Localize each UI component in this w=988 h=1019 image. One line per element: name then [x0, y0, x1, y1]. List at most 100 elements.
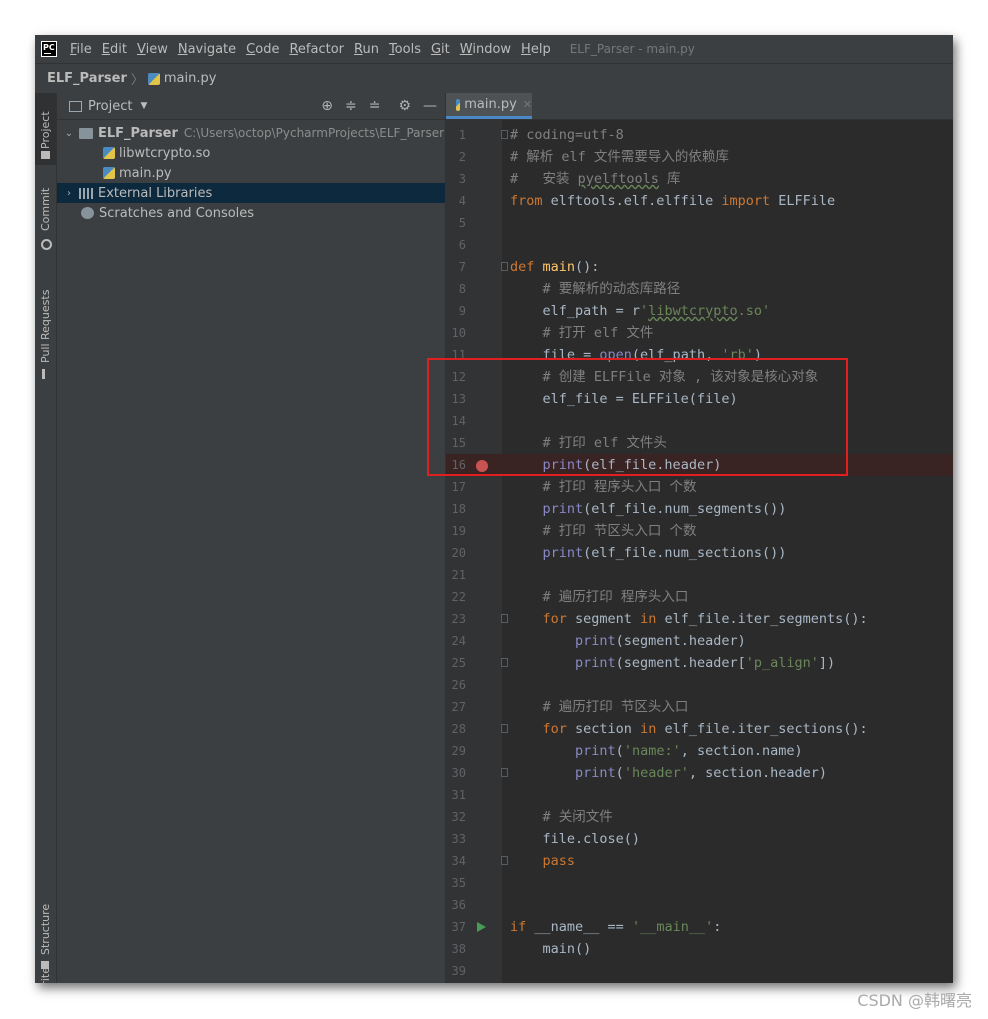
line-number[interactable]: 10 — [446, 322, 466, 344]
tree-item-scratches[interactable]: Scratches and Consoles — [57, 203, 445, 223]
code-line[interactable]: 26 — [446, 674, 953, 696]
line-number[interactable]: 1 — [446, 124, 466, 146]
fold-marker-icon[interactable] — [501, 856, 508, 865]
line-number[interactable]: 37 — [446, 916, 466, 938]
line-number[interactable]: 7 — [446, 256, 466, 278]
line-number[interactable]: 30 — [446, 762, 466, 784]
code-line[interactable]: 7 def main(): — [446, 256, 953, 278]
line-number[interactable]: 19 — [446, 520, 466, 542]
line-number[interactable]: 9 — [446, 300, 466, 322]
code-line[interactable]: 6 — [446, 234, 953, 256]
line-number[interactable]: 8 — [446, 278, 466, 300]
menu-item[interactable]: Refactor — [289, 42, 344, 57]
fold-marker-icon[interactable] — [501, 724, 508, 733]
line-number[interactable]: 27 — [446, 696, 466, 718]
code-line[interactable]: 3 # 安装 pyelftools 库 — [446, 168, 953, 190]
code-line[interactable]: 30 print('header', section.header) — [446, 762, 953, 784]
hide-panel-icon[interactable]: — — [423, 98, 437, 114]
code-line[interactable]: 32 # 关闭文件 — [446, 806, 953, 828]
fold-marker-icon[interactable] — [501, 614, 508, 623]
code-line[interactable]: 9 elf_path = r'libwtcrypto.so' — [446, 300, 953, 322]
line-number[interactable]: 17 — [446, 476, 466, 498]
tree-item-file[interactable]: libwtcrypto.so — [57, 143, 445, 163]
fold-marker-icon[interactable] — [501, 768, 508, 777]
menu-item[interactable]: Run — [354, 42, 379, 57]
tree-item-external-libraries[interactable]: › External Libraries — [57, 183, 445, 203]
code-line[interactable]: 28 for section in elf_file.iter_sections… — [446, 718, 953, 740]
line-number[interactable]: 15 — [446, 432, 466, 454]
line-number[interactable]: 25 — [446, 652, 466, 674]
menu-item[interactable]: Tools — [389, 42, 421, 57]
line-number[interactable]: 32 — [446, 806, 466, 828]
collapse-all-icon[interactable]: ≐ — [369, 98, 381, 114]
line-number[interactable]: 28 — [446, 718, 466, 740]
line-number[interactable]: 6 — [446, 234, 466, 256]
menu-item[interactable]: View — [137, 42, 168, 57]
tool-window-project[interactable]: Project — [35, 93, 56, 165]
tree-item-file[interactable]: main.py — [57, 163, 445, 183]
line-number[interactable]: 36 — [446, 894, 466, 916]
code-line[interactable]: 5 — [446, 212, 953, 234]
line-number[interactable]: 14 — [446, 410, 466, 432]
menu-item[interactable]: Git — [431, 42, 450, 57]
tree-item-project-root[interactable]: ⌄ ELF_Parser C:\Users\octop\PycharmProje… — [57, 123, 445, 143]
code-line[interactable]: 27 # 遍历打印 节区头入口 — [446, 696, 953, 718]
tool-window-pull-requests[interactable]: Pull Requests — [35, 283, 56, 383]
line-number[interactable]: 39 — [446, 960, 466, 982]
code-line[interactable]: 38 main() — [446, 938, 953, 960]
line-number[interactable]: 18 — [446, 498, 466, 520]
line-number[interactable]: 16 — [446, 454, 466, 476]
menu-item[interactable]: Window — [460, 42, 511, 57]
chevron-down-icon[interactable]: ⌄ — [63, 128, 75, 139]
code-line[interactable]: 1 # coding=utf-8 — [446, 124, 953, 146]
menu-item[interactable]: Help — [521, 42, 551, 57]
code-line[interactable]: 8 # 要解析的动态库路径 — [446, 278, 953, 300]
line-number[interactable]: 20 — [446, 542, 466, 564]
line-number[interactable]: 35 — [446, 872, 466, 894]
line-number[interactable]: 31 — [446, 784, 466, 806]
code-line[interactable]: 37 if __name__ == '__main__': — [446, 916, 953, 938]
close-icon[interactable]: ✕ — [523, 98, 532, 111]
project-view-title[interactable]: Project — [88, 99, 132, 114]
fold-marker-icon[interactable] — [501, 658, 508, 667]
locate-icon[interactable]: ⊕ — [321, 98, 333, 114]
code-line[interactable]: 33 file.close() — [446, 828, 953, 850]
code-line[interactable]: 31 — [446, 784, 953, 806]
code-line[interactable]: 34 pass — [446, 850, 953, 872]
line-number[interactable]: 34 — [446, 850, 466, 872]
code-line[interactable]: 10 # 打开 elf 文件 — [446, 322, 953, 344]
chevron-down-icon[interactable]: ▼ — [140, 101, 147, 111]
code-line[interactable]: 25 print(segment.header['p_align']) — [446, 652, 953, 674]
code-line[interactable]: 19 # 打印 节区头入口 个数 — [446, 520, 953, 542]
code-line[interactable]: 29 print('name:', section.name) — [446, 740, 953, 762]
code-line[interactable]: 36 — [446, 894, 953, 916]
line-number[interactable]: 22 — [446, 586, 466, 608]
menu-item[interactable]: Code — [246, 42, 279, 57]
fold-marker-icon[interactable] — [501, 130, 508, 139]
code-line[interactable]: 20 print(elf_file.num_sections()) — [446, 542, 953, 564]
code-line[interactable]: 17 # 打印 程序头入口 个数 — [446, 476, 953, 498]
menu-item[interactable]: File — [70, 42, 92, 57]
line-number[interactable]: 12 — [446, 366, 466, 388]
code-line[interactable]: 21 — [446, 564, 953, 586]
line-number[interactable]: 2 — [446, 146, 466, 168]
code-line[interactable]: 23 for segment in elf_file.iter_segments… — [446, 608, 953, 630]
code-line[interactable]: 2 # 解析 elf 文件需要导入的依赖库 — [446, 146, 953, 168]
line-number[interactable]: 5 — [446, 212, 466, 234]
line-number[interactable]: 11 — [446, 344, 466, 366]
line-number[interactable]: 29 — [446, 740, 466, 762]
code-line[interactable]: 16 print(elf_file.header) — [446, 454, 953, 476]
code-line[interactable]: 13 elf_file = ELFFile(file) — [446, 388, 953, 410]
chevron-right-icon[interactable]: › — [63, 188, 75, 199]
fold-marker-icon[interactable] — [501, 262, 508, 271]
menu-item[interactable]: Edit — [102, 42, 127, 57]
code-line[interactable]: 24 print(segment.header) — [446, 630, 953, 652]
code-area[interactable]: 1 # coding=utf-8 2 # 解析 elf 文件需要导入的依赖库 3 # 安装… — [446, 120, 953, 983]
code-line[interactable]: 12 # 创建 ELFFile 对象 , 该对象是核心对象 — [446, 366, 953, 388]
breadcrumb-project[interactable]: ELF_Parser — [47, 71, 127, 86]
menu-item[interactable]: Navigate — [178, 42, 236, 57]
code-line[interactable]: 14 — [446, 410, 953, 432]
expand-all-icon[interactable]: ≑ — [345, 98, 357, 114]
tab-main-py[interactable]: main.py ✕ — [446, 93, 532, 119]
line-number[interactable]: 23 — [446, 608, 466, 630]
